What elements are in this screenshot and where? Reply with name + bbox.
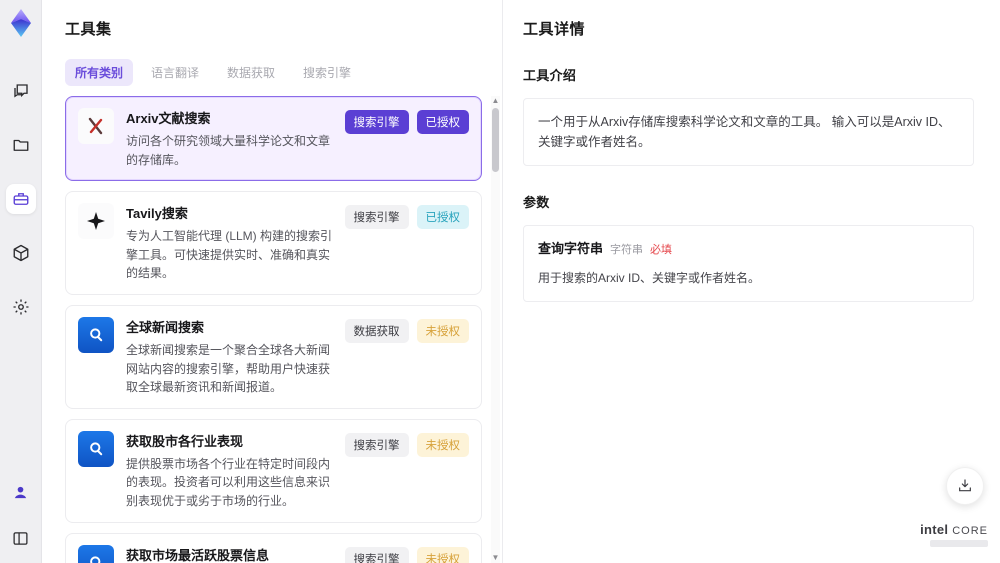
scrollbar-thumb[interactable] <box>492 108 499 172</box>
category-tabs: 所有类别 语言翻译 数据获取 搜索引擎 <box>65 59 502 86</box>
package-icon[interactable] <box>6 238 36 268</box>
param-required-label: 必填 <box>650 244 673 256</box>
auth-status-badge: 未授权 <box>416 546 469 563</box>
arxiv-logo-icon <box>78 108 114 144</box>
folder-icon[interactable] <box>6 130 36 160</box>
tool-description: 提供股票市场各个行业在特定时间段内的表现。投资者可以利用这些信息来识别表现优于或… <box>126 456 331 508</box>
app-window: 工具集 所有类别 语言翻译 数据获取 搜索引擎 Arxiv文献搜索 访问各个研究… <box>0 0 1000 563</box>
category-badge: 搜索引擎 <box>344 110 409 134</box>
sidebar-nav <box>5 76 36 322</box>
category-badge: 数据获取 <box>344 318 409 343</box>
blue-search-icon <box>78 430 114 467</box>
sidebar <box>0 0 42 563</box>
scroll-down-icon[interactable]: ▼ <box>492 553 500 563</box>
tab-all-categories[interactable]: 所有类别 <box>65 59 134 86</box>
category-badge: 搜索引擎 <box>344 546 409 563</box>
tool-card-tavily[interactable]: Tavily搜索 专为人工智能代理 (LLM) 构建的搜索引擎工具。可快速提供实… <box>65 191 482 295</box>
tool-description: 专为人工智能代理 (LLM) 构建的搜索引擎工具。可快速提供实时、准确和真实的结… <box>126 229 333 281</box>
app-logo-icon <box>7 8 35 38</box>
auth-status-badge: 已授权 <box>416 110 469 134</box>
tool-description: 访问各个研究领域大量科学论文和文章的存储库。 <box>126 134 331 167</box>
tab-data-fetch[interactable]: 数据获取 <box>217 59 285 86</box>
category-badge: 搜索引擎 <box>344 432 409 457</box>
blue-search-icon <box>78 544 114 563</box>
tool-name: 获取股市各行业表现 <box>126 433 244 449</box>
scroll-up-icon[interactable]: ▲ <box>492 96 500 106</box>
param-type: 字符串 <box>610 244 644 256</box>
tool-name: Tavily搜索 <box>126 206 188 222</box>
user-avatar-icon[interactable] <box>6 477 36 507</box>
tab-search-engine[interactable]: 搜索引擎 <box>293 59 361 86</box>
brand-subtext <box>930 540 988 547</box>
auth-status-badge: 未授权 <box>416 432 469 457</box>
intel-wordmark: intel <box>920 522 949 537</box>
tool-card-most-active-stocks[interactable]: 获取市场最活跃股票信息 提供当天交易量最高的股票列表，投资者可以利用这些信息来识… <box>65 532 482 563</box>
tool-details-panel: 工具详情 工具介绍 一个用于从Arxiv存储库搜索科学论文和文章的工具。 输入可… <box>503 0 1000 563</box>
auth-status-badge: 已授权 <box>416 205 469 230</box>
params-heading: 参数 <box>523 195 550 210</box>
page-title: 工具集 <box>65 21 112 38</box>
auth-status-badge: 未授权 <box>416 318 469 343</box>
intel-core-logo: intel CORE <box>920 522 988 547</box>
list-scrollbar[interactable]: ▲ ▼ <box>491 96 500 563</box>
core-wordmark: CORE <box>952 525 988 537</box>
tool-name: Arxiv文献搜索 <box>126 111 211 126</box>
settings-gear-icon[interactable] <box>6 292 36 322</box>
toolbox-icon[interactable] <box>5 184 36 214</box>
intro-heading: 工具介绍 <box>523 68 577 83</box>
tool-description: 全球新闻搜索是一个聚合全球各大新闻网站内容的搜索引擎，帮助用户快速获取全球最新资… <box>126 342 331 395</box>
tool-card-sector-performance[interactable]: 获取股市各行业表现 提供股票市场各个行业在特定时间段内的表现。投资者可以利用这些… <box>65 418 482 523</box>
chat-icon[interactable] <box>6 76 36 106</box>
tool-card-global-news[interactable]: 全球新闻搜索 全球新闻搜索是一个聚合全球各大新闻网站内容的搜索引擎，帮助用户快速… <box>65 304 482 409</box>
param-box: 查询字符串 字符串 必填 用于搜索的Arxiv ID、关键字或作者姓名。 <box>523 225 974 302</box>
tool-name: 获取市场最活跃股票信息 <box>126 547 270 563</box>
blue-search-icon <box>78 316 114 353</box>
intro-box: 一个用于从Arxiv存储库搜索科学论文和文章的工具。 输入可以是Arxiv ID… <box>523 98 974 166</box>
tool-name: 全球新闻搜索 <box>126 319 205 335</box>
tool-card-arxiv[interactable]: Arxiv文献搜索 访问各个研究领域大量科学论文和文章的存储库。 搜索引擎 已授… <box>65 96 482 182</box>
panel-toggle-icon[interactable] <box>6 523 36 553</box>
tool-list: Arxiv文献搜索 访问各个研究领域大量科学论文和文章的存储库。 搜索引擎 已授… <box>65 96 502 563</box>
tavily-star-icon <box>78 203 114 240</box>
download-button[interactable] <box>946 467 984 505</box>
details-title: 工具详情 <box>523 21 586 38</box>
sidebar-bottom <box>6 477 36 553</box>
category-badge: 搜索引擎 <box>344 205 409 230</box>
tab-language-translation[interactable]: 语言翻译 <box>141 59 209 86</box>
param-description: 用于搜索的Arxiv ID、关键字或作者姓名。 <box>538 270 761 285</box>
tool-list-panel: 工具集 所有类别 语言翻译 数据获取 搜索引擎 Arxiv文献搜索 访问各个研究… <box>42 0 503 563</box>
param-name: 查询字符串 <box>538 241 604 256</box>
intro-text: 一个用于从Arxiv存储库搜索科学论文和文章的工具。 输入可以是Arxiv ID… <box>538 115 951 149</box>
